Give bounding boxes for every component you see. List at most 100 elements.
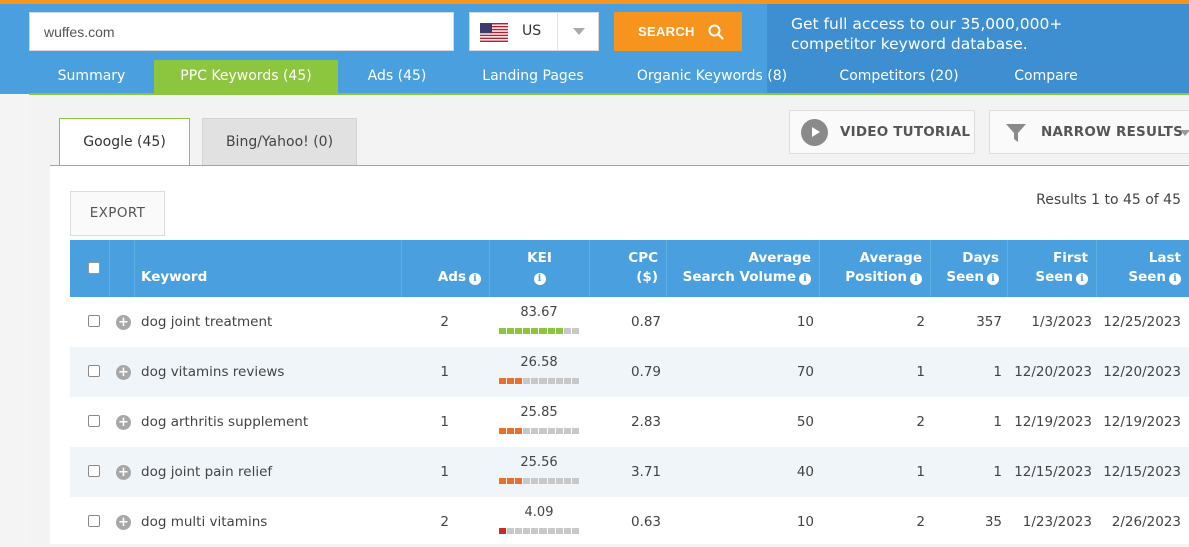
search-button-label: SEARCH [638,24,695,39]
cell-days-seen: 35 [984,514,1002,530]
cell-kei: 4.09 [489,497,589,547]
kei-segment-empty [523,378,531,384]
cell-ads: 1 [440,464,449,480]
country-select[interactable]: US [469,12,599,51]
kei-segment-filled [499,328,507,334]
row-checkbox[interactable] [88,515,100,527]
info-icon[interactable]: i [533,273,546,285]
tab-landing-pages[interactable]: Landing Pages [456,60,610,94]
info-icon[interactable]: i [910,273,922,285]
header-days-line2: Seen [946,269,984,285]
kei-segment-empty [563,378,571,384]
info-icon[interactable]: i [799,273,811,285]
cell-days-seen: 357 [976,314,1002,330]
row-checkbox[interactable] [88,365,100,377]
header-days-line1: Days [962,250,999,266]
expand-plus-icon[interactable]: + [116,465,131,480]
header-last-line1: Last [1148,250,1181,266]
country-code: US [522,23,542,39]
expand-plus-icon[interactable]: + [116,515,131,530]
tab-ads[interactable]: Ads (45) [338,60,456,94]
kei-value: 83.67 [520,305,558,320]
header-first-seen[interactable]: First Seen i [1008,240,1097,297]
cell-days-seen: 1 [993,414,1002,430]
header-search-volume[interactable]: Average Search Volume i [667,240,820,297]
cell-cpc: 0.87 [630,314,661,330]
table-row: + dog arthritis supplement 1 25.85 2.83 … [70,397,1189,447]
info-icon[interactable]: i [987,273,999,285]
kei-segment-empty [523,478,531,484]
promo-text[interactable]: Get full access to our 35,000,000+ compe… [791,14,1181,54]
cell-keyword[interactable]: dog arthritis supplement [141,397,308,447]
header-select-cell [70,240,110,297]
search-button[interactable]: SEARCH [614,12,742,51]
header-kei-text: KEI [527,250,552,266]
header-position[interactable]: Average Position i [820,240,931,297]
info-icon[interactable]: i [469,273,481,285]
cell-volume: 40 [796,464,814,480]
domain-search-input[interactable] [29,12,454,51]
export-button[interactable]: EXPORT [70,191,165,236]
cell-cpc: 3.71 [630,464,661,480]
kei-segment-filled [507,378,515,384]
header-volume-label: Average Search Volume i [683,249,811,287]
kei-segment-filled [547,328,555,334]
select-all-checkbox[interactable] [88,262,100,274]
header-keyword[interactable]: Keyword [135,240,402,297]
kei-segment-empty [539,528,547,534]
video-tutorial-button[interactable]: VIDEO TUTORIAL [789,110,975,154]
cell-ads: 2 [440,514,449,530]
expand-plus-icon[interactable]: + [116,365,131,380]
header-position-label: Average Position i [845,249,922,287]
row-checkbox[interactable] [88,315,100,327]
left-gutter [29,95,50,544]
cell-ads: 2 [440,314,449,330]
row-checkbox[interactable] [88,465,100,477]
tab-bing-yahoo[interactable]: Bing/Yahoo! (0) [202,118,357,166]
header-position-line1: Average [859,250,922,266]
chevron-down-icon[interactable] [557,13,598,50]
cell-position: 1 [916,364,925,380]
cell-keyword[interactable]: dog joint pain relief [141,447,272,497]
info-icon[interactable]: i [1076,273,1088,285]
tab-competitors[interactable]: Competitors (20) [814,60,984,94]
header-first-line2: Seen [1035,269,1073,285]
header-cpc[interactable]: CPC ($) [590,240,667,297]
header-ads[interactable]: Ads i [402,240,490,297]
table-header: Keyword Ads i KEI i CPC ($) Average Search V… [70,240,1189,297]
cell-keyword[interactable]: dog multi vitamins [141,497,267,547]
cell-position: 2 [916,414,925,430]
header-kei-label: KEI i [490,249,589,287]
us-flag-icon [480,23,508,42]
cell-keyword[interactable]: dog joint treatment [141,297,272,347]
expand-plus-icon[interactable]: + [116,315,131,330]
info-icon[interactable]: i [1169,273,1181,285]
kei-segment-empty [571,478,579,484]
kei-segment-empty [571,428,579,434]
cell-ads: 1 [440,364,449,380]
header-days-seen[interactable]: Days Seen i [931,240,1008,297]
cell-ads: 1 [440,414,449,430]
cell-kei: 26.58 [489,347,589,397]
narrow-results-button[interactable]: NARROW RESULTS [989,110,1189,154]
cell-cpc: 0.63 [630,514,661,530]
tab-google[interactable]: Google (45) [59,118,190,166]
kei-value: 25.85 [520,405,558,420]
cell-first-seen: 12/19/2023 [1014,414,1092,430]
kei-segment-empty [531,428,539,434]
tab-summary[interactable]: Summary [29,60,154,94]
kei-segment-filled [499,378,507,384]
tab-compare[interactable]: Compare [984,60,1108,94]
tab-ppc-keywords[interactable]: PPC Keywords (45) [154,60,338,94]
header-kei[interactable]: KEI i [490,240,590,297]
kei-meter [499,378,579,384]
tab-organic-keywords[interactable]: Organic Keywords (8) [610,60,814,94]
kei-value: 26.58 [520,355,558,370]
expand-plus-icon[interactable]: + [116,415,131,430]
kei-segment-empty [547,428,555,434]
cell-keyword[interactable]: dog vitamins reviews [141,347,284,397]
header-ads-text: Ads [437,269,466,285]
row-checkbox[interactable] [88,415,100,427]
kei-value: 4.09 [524,505,554,520]
header-last-seen[interactable]: Last Seen i [1097,240,1189,297]
